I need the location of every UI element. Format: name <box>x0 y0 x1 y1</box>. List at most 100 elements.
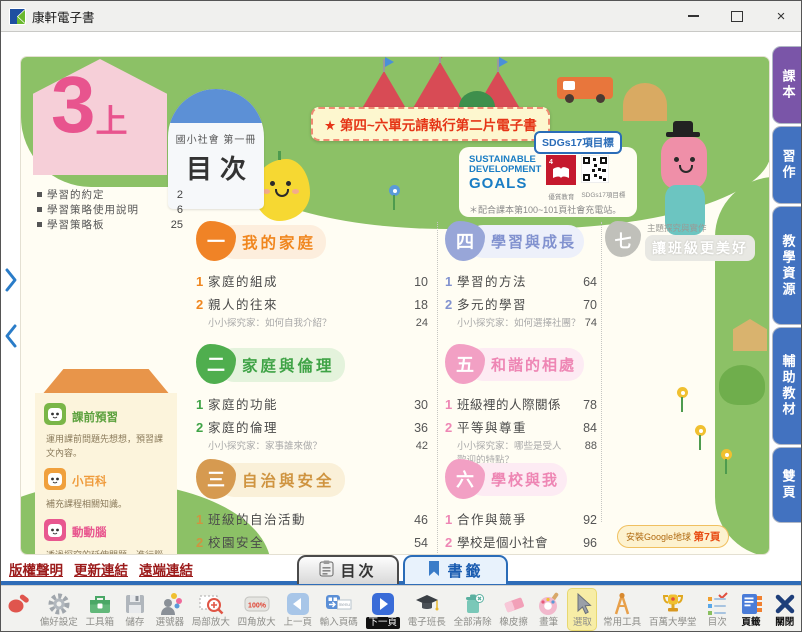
palette-brush-icon <box>536 590 562 617</box>
chevron-right-icon[interactable] <box>3 267 19 293</box>
maximize-button[interactable] <box>715 1 759 31</box>
lesson-row[interactable]: 2校園安全54 <box>196 532 428 554</box>
remote-link[interactable]: 遠端連結 <box>139 559 193 579</box>
common-tools-button[interactable]: 常用工具 <box>602 589 642 630</box>
save-icon <box>122 590 148 617</box>
stamp-pen-icon <box>6 590 32 617</box>
minimize-button[interactable] <box>671 1 715 31</box>
bottom-toolbar: 偏好設定 工具箱 儲存 選號器 局部放大 100% 四角放大 上一頁 menu … <box>1 585 802 632</box>
explore-row[interactable]: 小小探究家：家事誰來做？42 <box>196 440 428 454</box>
clear-all-button[interactable]: 全部清除 <box>453 589 493 630</box>
prev-page-button[interactable]: 上一頁 <box>282 589 313 630</box>
tabbed-book-icon <box>738 590 764 617</box>
notice-banner: ★ 第四~六單元請執行第二片電子書 <box>311 107 550 141</box>
grade-number: 3 <box>51 60 96 149</box>
toolbox-button[interactable]: 工具箱 <box>85 589 116 630</box>
app-logo-icon <box>9 8 26 25</box>
next-page-button[interactable]: 下一頁 <box>365 589 402 630</box>
explore-row[interactable]: 小小探究家：如何選擇社團？74 <box>445 317 597 331</box>
side-tab-double-page[interactable]: 雙頁 <box>773 448 802 522</box>
eraser-button[interactable]: 橡皮擦 <box>498 589 529 630</box>
lesson-row[interactable]: 1班級的自治活動46 <box>196 509 428 532</box>
select-button[interactable]: 選取 <box>568 589 596 630</box>
unit-6: 六學校與我 1合作與競爭92 2學校是個小社會96 小小探究家：如何分工合作？1… <box>445 459 597 554</box>
trophy-icon <box>660 590 686 617</box>
unit-1: 一我的家庭 1家庭的組成10 2親人的往來18 小小探究家：如何自我介紹？24 <box>196 221 428 331</box>
corner-zoom-button[interactable]: 100% 四角放大 <box>237 589 277 630</box>
close-toolbar-button[interactable]: 關閉 <box>771 589 799 630</box>
cursor-icon <box>569 590 595 617</box>
sdgs-logo: SUSTAINABLE DEVELOPMENT GOALS <box>469 155 541 192</box>
tab-bookmark[interactable]: 書籤 <box>403 555 508 584</box>
svg-text:menu: menu <box>339 602 351 607</box>
prev-page-icon <box>285 590 311 617</box>
unit-title[interactable]: 自治與安全 <box>218 463 345 497</box>
toc-button[interactable]: 目次 <box>703 589 731 630</box>
sdg-qr-code: SDGs17項目標 <box>581 155 625 199</box>
gear-icon <box>46 590 72 617</box>
lesson-row[interactable]: 2親人的往來18 <box>196 294 428 317</box>
front-matter-item[interactable]: 學習策略板25 <box>37 217 183 232</box>
side-tab-workbook[interactable]: 習作 <box>773 127 802 203</box>
side-tab-teaching-resources[interactable]: 教學資源 <box>773 207 802 324</box>
front-matter-item[interactable]: 學習的約定2 <box>37 187 183 202</box>
bookmark-tab-icon <box>427 560 441 581</box>
graduation-cap-icon <box>414 590 440 617</box>
lesson-row[interactable]: 1合作與競爭92 <box>445 509 597 532</box>
unit-title[interactable]: 家庭與倫理 <box>218 348 345 382</box>
google-earth-pill[interactable]: 安裝Google地球 第7頁 <box>617 525 729 548</box>
list-icon <box>704 590 730 617</box>
lesson-row[interactable]: 2學校是個小社會96 <box>445 532 597 554</box>
side-tab-auxiliary-materials[interactable]: 輔助教材 <box>773 328 802 444</box>
lesson-row[interactable]: 2平等與尊重84 <box>445 417 597 440</box>
truck-illustration <box>557 77 613 99</box>
encyclopedia-mascot-icon <box>44 468 66 495</box>
partial-zoom-icon <box>198 590 224 617</box>
lesson-row[interactable]: 2家庭的倫理36 <box>196 417 428 440</box>
grade-label: 3上 <box>51 65 128 145</box>
lesson-row[interactable]: 1學習的方法64 <box>445 271 597 294</box>
toc-tab-icon <box>319 560 334 581</box>
number-picker-button[interactable]: 選號器 <box>155 589 186 630</box>
unit-4: 四學習與成長 1學習的方法64 2多元的學習70 小小探究家：如何選擇社團？74 <box>445 221 597 331</box>
pen-button[interactable]: 畫筆 <box>535 589 563 630</box>
series-label: 國小社會 第一冊 <box>168 131 264 146</box>
column-divider <box>437 222 438 554</box>
toolbox-icon <box>87 590 113 617</box>
lesson-row[interactable]: 1家庭的組成10 <box>196 271 428 294</box>
goto-page-button[interactable]: menu 輸入頁碼 <box>319 589 359 630</box>
tab-toc[interactable]: 目次 <box>297 555 399 584</box>
lesson-row[interactable]: 1家庭的功能30 <box>196 394 428 417</box>
sdgs-17-goals-button[interactable]: SDGs17項目標 <box>534 131 622 154</box>
arch-illustration <box>623 83 667 121</box>
front-matter-item[interactable]: 學習策略使用說明6 <box>37 202 183 217</box>
save-button[interactable]: 儲存 <box>121 589 149 630</box>
svg-text:4: 4 <box>549 159 553 166</box>
title-bar: 康軒電子書 × <box>1 1 802 32</box>
page-tabs-button[interactable]: 頁籤 <box>737 589 765 630</box>
lesson-row[interactable]: 2多元的學習70 <box>445 294 597 317</box>
compass-icon <box>609 590 635 617</box>
legend-desc: 透過探究的延伸問題，進行腦力激盪。 <box>46 549 168 554</box>
stamp-pen-button[interactable] <box>5 589 33 630</box>
number-picker-icon <box>157 590 183 617</box>
close-button[interactable]: × <box>759 1 802 31</box>
unit-7-subtitle: 主題探究與實作 <box>647 222 755 234</box>
preferences-button[interactable]: 偏好設定 <box>39 589 79 630</box>
side-tab-textbook[interactable]: 課本 <box>773 47 802 123</box>
unit-7[interactable]: 七 主題探究與實作 讓班級更美好 <box>605 221 767 261</box>
flower-stem <box>725 459 727 474</box>
flower-stem <box>681 397 683 412</box>
lesson-row[interactable]: 1班級裡的人際關係78 <box>445 394 597 417</box>
flower-stem <box>393 195 395 210</box>
column-divider <box>601 222 602 522</box>
e-class-leader-button[interactable]: 電子班長 <box>407 589 447 630</box>
quiz-game-button[interactable]: 百萬大學堂 <box>648 589 698 630</box>
partial-zoom-button[interactable]: 局部放大 <box>191 589 231 630</box>
update-link[interactable]: 更新連結 <box>74 559 128 579</box>
unit-number-badge: 七 <box>605 221 641 257</box>
explore-row[interactable]: 小小探究家：如何自我介紹？24 <box>196 317 428 331</box>
front-matter-list: 學習的約定2 學習策略使用說明6 學習策略板25 <box>37 187 183 232</box>
chevron-left-icon[interactable] <box>3 323 19 349</box>
copyright-link[interactable]: 版權聲明 <box>9 559 63 579</box>
